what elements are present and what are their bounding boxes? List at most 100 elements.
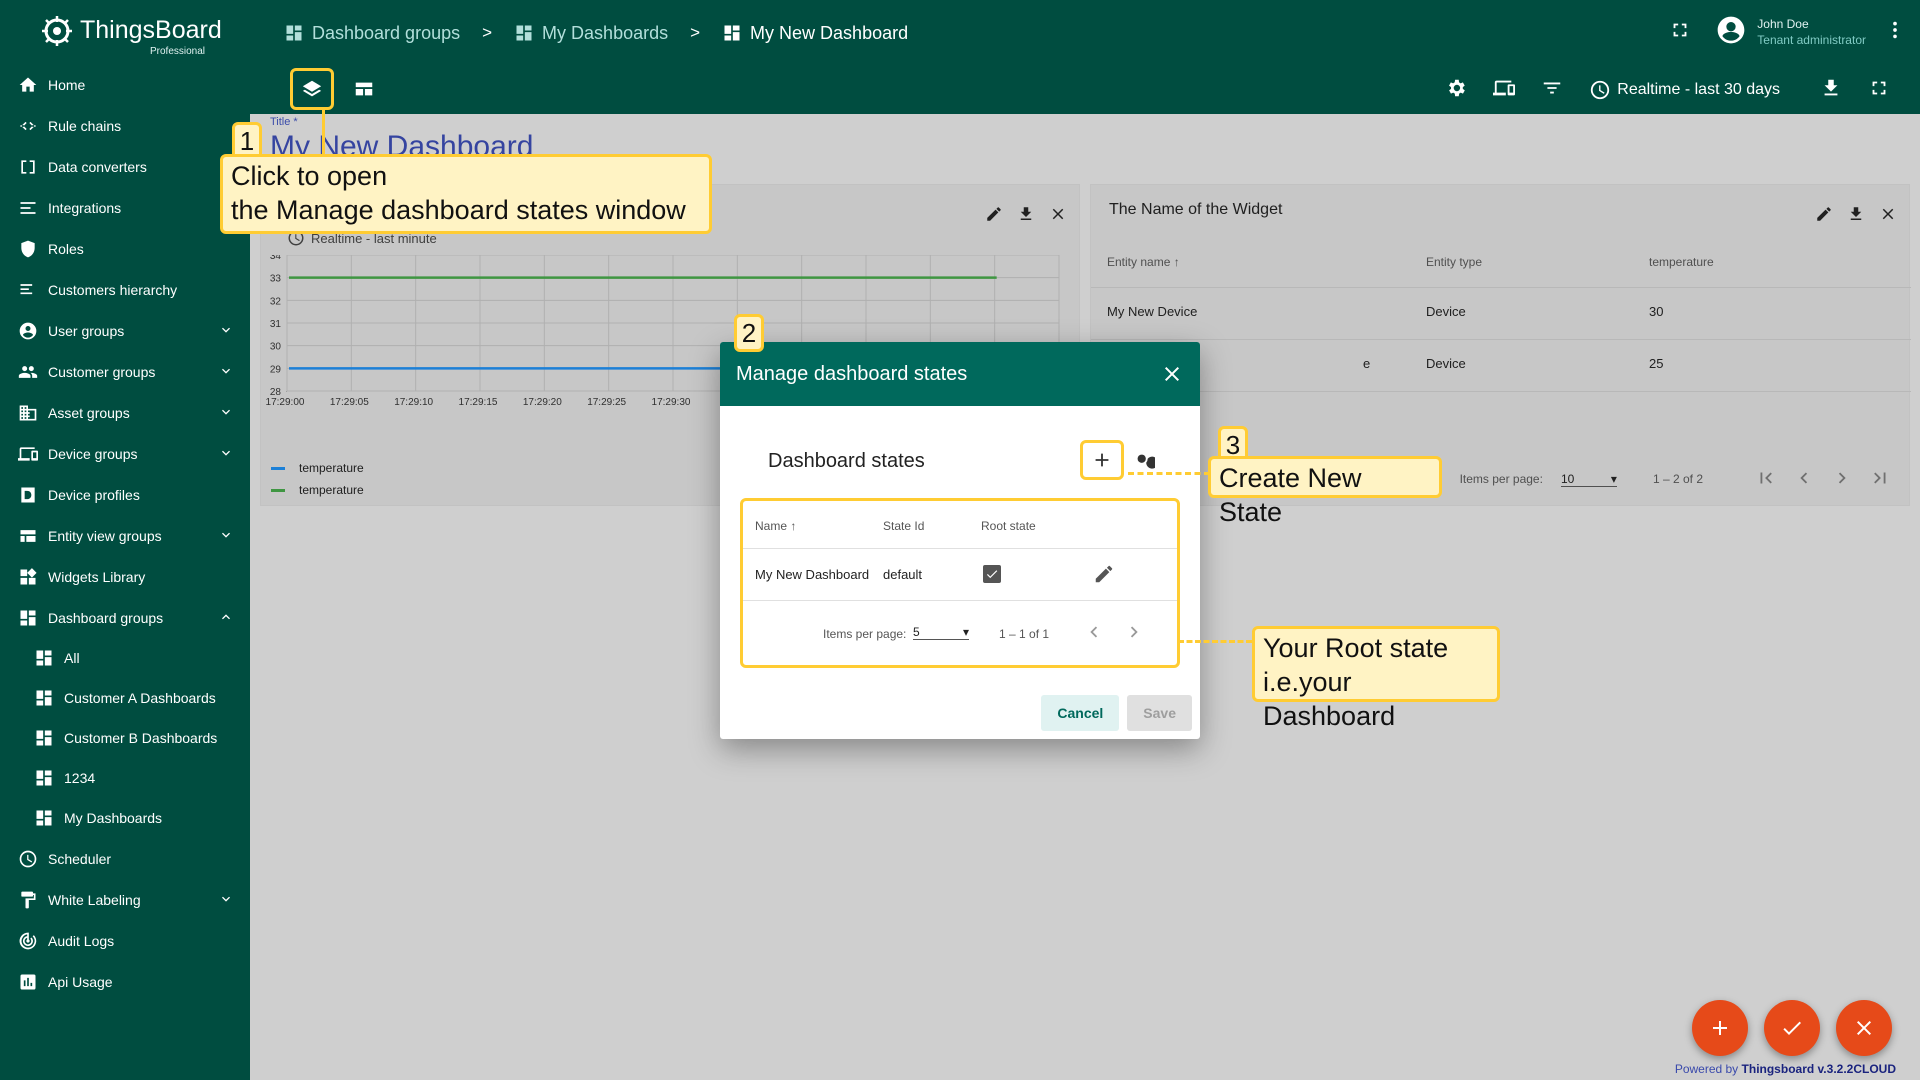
breadcrumb-item-dashboard-groups[interactable]: Dashboard groups: [284, 23, 460, 44]
sidebar-item-rule-chains[interactable]: Rule chains: [0, 105, 250, 146]
sidebar-item-my-dashboards[interactable]: My Dashboards: [0, 798, 250, 838]
timewindow-button[interactable]: Realtime - last 30 days: [1589, 79, 1780, 101]
sidebar-item-device-groups[interactable]: Device groups: [0, 433, 250, 474]
dashboard-icon: [34, 728, 54, 748]
sidebar-item-roles[interactable]: Roles: [0, 228, 250, 269]
sidebar-item-scheduler[interactable]: Scheduler: [0, 838, 250, 879]
sidebar-item-customer-a-dashboards[interactable]: Customer A Dashboards: [0, 678, 250, 718]
fullscreen-icon[interactable]: [1868, 77, 1890, 104]
sidebar-item-device-profiles[interactable]: Device profiles: [0, 474, 250, 515]
sidebar-item-customers-hierarchy[interactable]: Customers hierarchy: [0, 269, 250, 310]
cancel-button[interactable]: Cancel: [1041, 695, 1120, 731]
user-menu[interactable]: John Doe Tenant administrator: [1715, 14, 1866, 51]
states-table: Name ↑ State Id Root state My New Dashbo…: [740, 498, 1180, 668]
column-header-state-id[interactable]: State Id: [883, 519, 924, 533]
chevron-down-icon[interactable]: [218, 891, 234, 907]
items-per-page-select[interactable]: 5 ▾: [913, 625, 969, 640]
chevron-down-icon[interactable]: [218, 527, 234, 543]
plus-icon: [1713, 1021, 1727, 1035]
root-state-checkbox: [981, 565, 1001, 583]
filter-list-icon[interactable]: [1541, 77, 1563, 104]
powered-by-link[interactable]: Thingsboard v.3.2.2CLOUD: [1742, 1062, 1896, 1076]
add-state-button[interactable]: [1080, 440, 1124, 480]
chevron-right-icon[interactable]: [1123, 621, 1145, 646]
breadcrumb-label: My Dashboards: [542, 22, 669, 43]
track-changes-icon: [18, 931, 38, 951]
callout-root-state: Your Root state i.e.your Dashboard: [1252, 626, 1500, 731]
sidebar-item-data-converters[interactable]: Data converters: [0, 146, 250, 187]
chevron-down-icon[interactable]: [218, 322, 234, 338]
sidebar-item-label: Scheduler: [48, 850, 112, 867]
sidebar-item-customer-groups[interactable]: Customer groups: [0, 351, 250, 392]
paginator-range: 1 – 1 of 1: [999, 627, 1050, 641]
view-quilt-icon: [18, 526, 38, 546]
sidebar-item-dashboard-groups[interactable]: Dashboard groups: [0, 597, 250, 638]
download-icon[interactable]: [1820, 77, 1842, 104]
sidebar-item-label: 1234: [64, 770, 96, 786]
check-icon: [1783, 1021, 1801, 1035]
column-header-root-state[interactable]: Root state: [981, 519, 1036, 533]
chevron-down-icon[interactable]: [218, 404, 234, 420]
more-vert-icon[interactable]: [1884, 19, 1906, 46]
thingsboard-logo-icon: [42, 16, 72, 46]
sidebar-item-widgets-library[interactable]: Widgets Library: [0, 556, 250, 597]
sidebar-item-entity-view-groups[interactable]: Entity view groups: [0, 515, 250, 556]
devices-icon[interactable]: [1493, 77, 1516, 104]
sidebar-item-integrations[interactable]: Integrations: [0, 187, 250, 228]
table-row[interactable]: My New Dashboard default: [743, 549, 1177, 601]
chevron-down-icon[interactable]: [218, 363, 234, 379]
sidebar-item-user-groups[interactable]: User groups: [0, 310, 250, 351]
manage-layouts-button[interactable]: [342, 68, 386, 110]
callout-create-new-state: Create New State: [1208, 456, 1442, 527]
chevron-up-icon[interactable]: [218, 609, 234, 625]
callout-connector: [1128, 472, 1210, 475]
breadcrumb-separator: >: [690, 23, 701, 42]
sidebar-item-label: My Dashboards: [64, 810, 163, 826]
decline-changes-button[interactable]: [1836, 1000, 1892, 1056]
breadcrumb-label: Dashboard groups: [312, 22, 461, 43]
sidebar-item-label: Rule chains: [48, 117, 122, 134]
sidebar-item-customer-b-dashboards[interactable]: Customer B Dashboards: [0, 718, 250, 758]
sidebar-item-asset-groups[interactable]: Asset groups: [0, 392, 250, 433]
group-icon: [18, 362, 38, 382]
sidebar-item-label: Entity view groups: [48, 527, 162, 544]
arrow-up-icon: ↑: [790, 519, 797, 533]
logo-subtitle: Professional: [150, 46, 206, 57]
widgets-icon: [18, 567, 38, 587]
cell-state-name: My New Dashboard: [755, 567, 870, 582]
sidebar-item-audit-logs[interactable]: Audit Logs: [0, 920, 250, 961]
dashboard-icon: [286, 25, 302, 41]
sidebar-item-home[interactable]: Home: [0, 64, 250, 105]
edit-icon[interactable]: [1093, 563, 1115, 585]
sidebar-item-1234[interactable]: 1234: [0, 758, 250, 798]
dialog-header: Manage dashboard states: [720, 342, 1200, 406]
dropdown-arrow-icon: ▾: [962, 625, 969, 639]
callout-connector: [322, 110, 325, 158]
logo[interactable]: ThingsBoard Professional: [40, 12, 222, 57]
settings-icon[interactable]: [1445, 77, 1467, 104]
apply-changes-button[interactable]: [1764, 1000, 1820, 1056]
fullscreen-icon[interactable]: [1669, 19, 1691, 46]
sidebar-item-white-labeling[interactable]: White Labeling: [0, 879, 250, 920]
format-paint-icon: [18, 890, 38, 910]
close-icon[interactable]: [1160, 362, 1184, 392]
breadcrumb-item-current: My New Dashboard: [722, 23, 908, 44]
chevron-down-icon[interactable]: [218, 445, 234, 461]
add-widget-button[interactable]: [1692, 1000, 1748, 1056]
sidebar-item-api-usage[interactable]: Api Usage: [0, 961, 250, 1002]
sidebar-item-label: Dashboard groups: [48, 609, 164, 626]
sidebar-item-all[interactable]: All: [0, 638, 250, 678]
manage-states-button[interactable]: [290, 68, 334, 110]
dialog-subtitle: Dashboard states: [768, 450, 925, 472]
save-button[interactable]: Save: [1127, 695, 1192, 731]
column-header-name[interactable]: Name ↑: [755, 519, 796, 533]
dashboard-icon: [34, 688, 54, 708]
dashboard-toolbar-right: Realtime - last 30 days: [1419, 70, 1920, 110]
cell-state-id: default: [883, 567, 923, 582]
user-role: Tenant administrator: [1757, 33, 1866, 47]
dashboard-toolbar-left: [290, 68, 386, 110]
breadcrumb-item-my-dashboards[interactable]: My Dashboards: [514, 23, 668, 44]
domain-icon: [18, 403, 38, 423]
timewindow-label: Realtime - last 30 days: [1617, 81, 1780, 98]
chevron-left-icon[interactable]: [1083, 621, 1105, 646]
